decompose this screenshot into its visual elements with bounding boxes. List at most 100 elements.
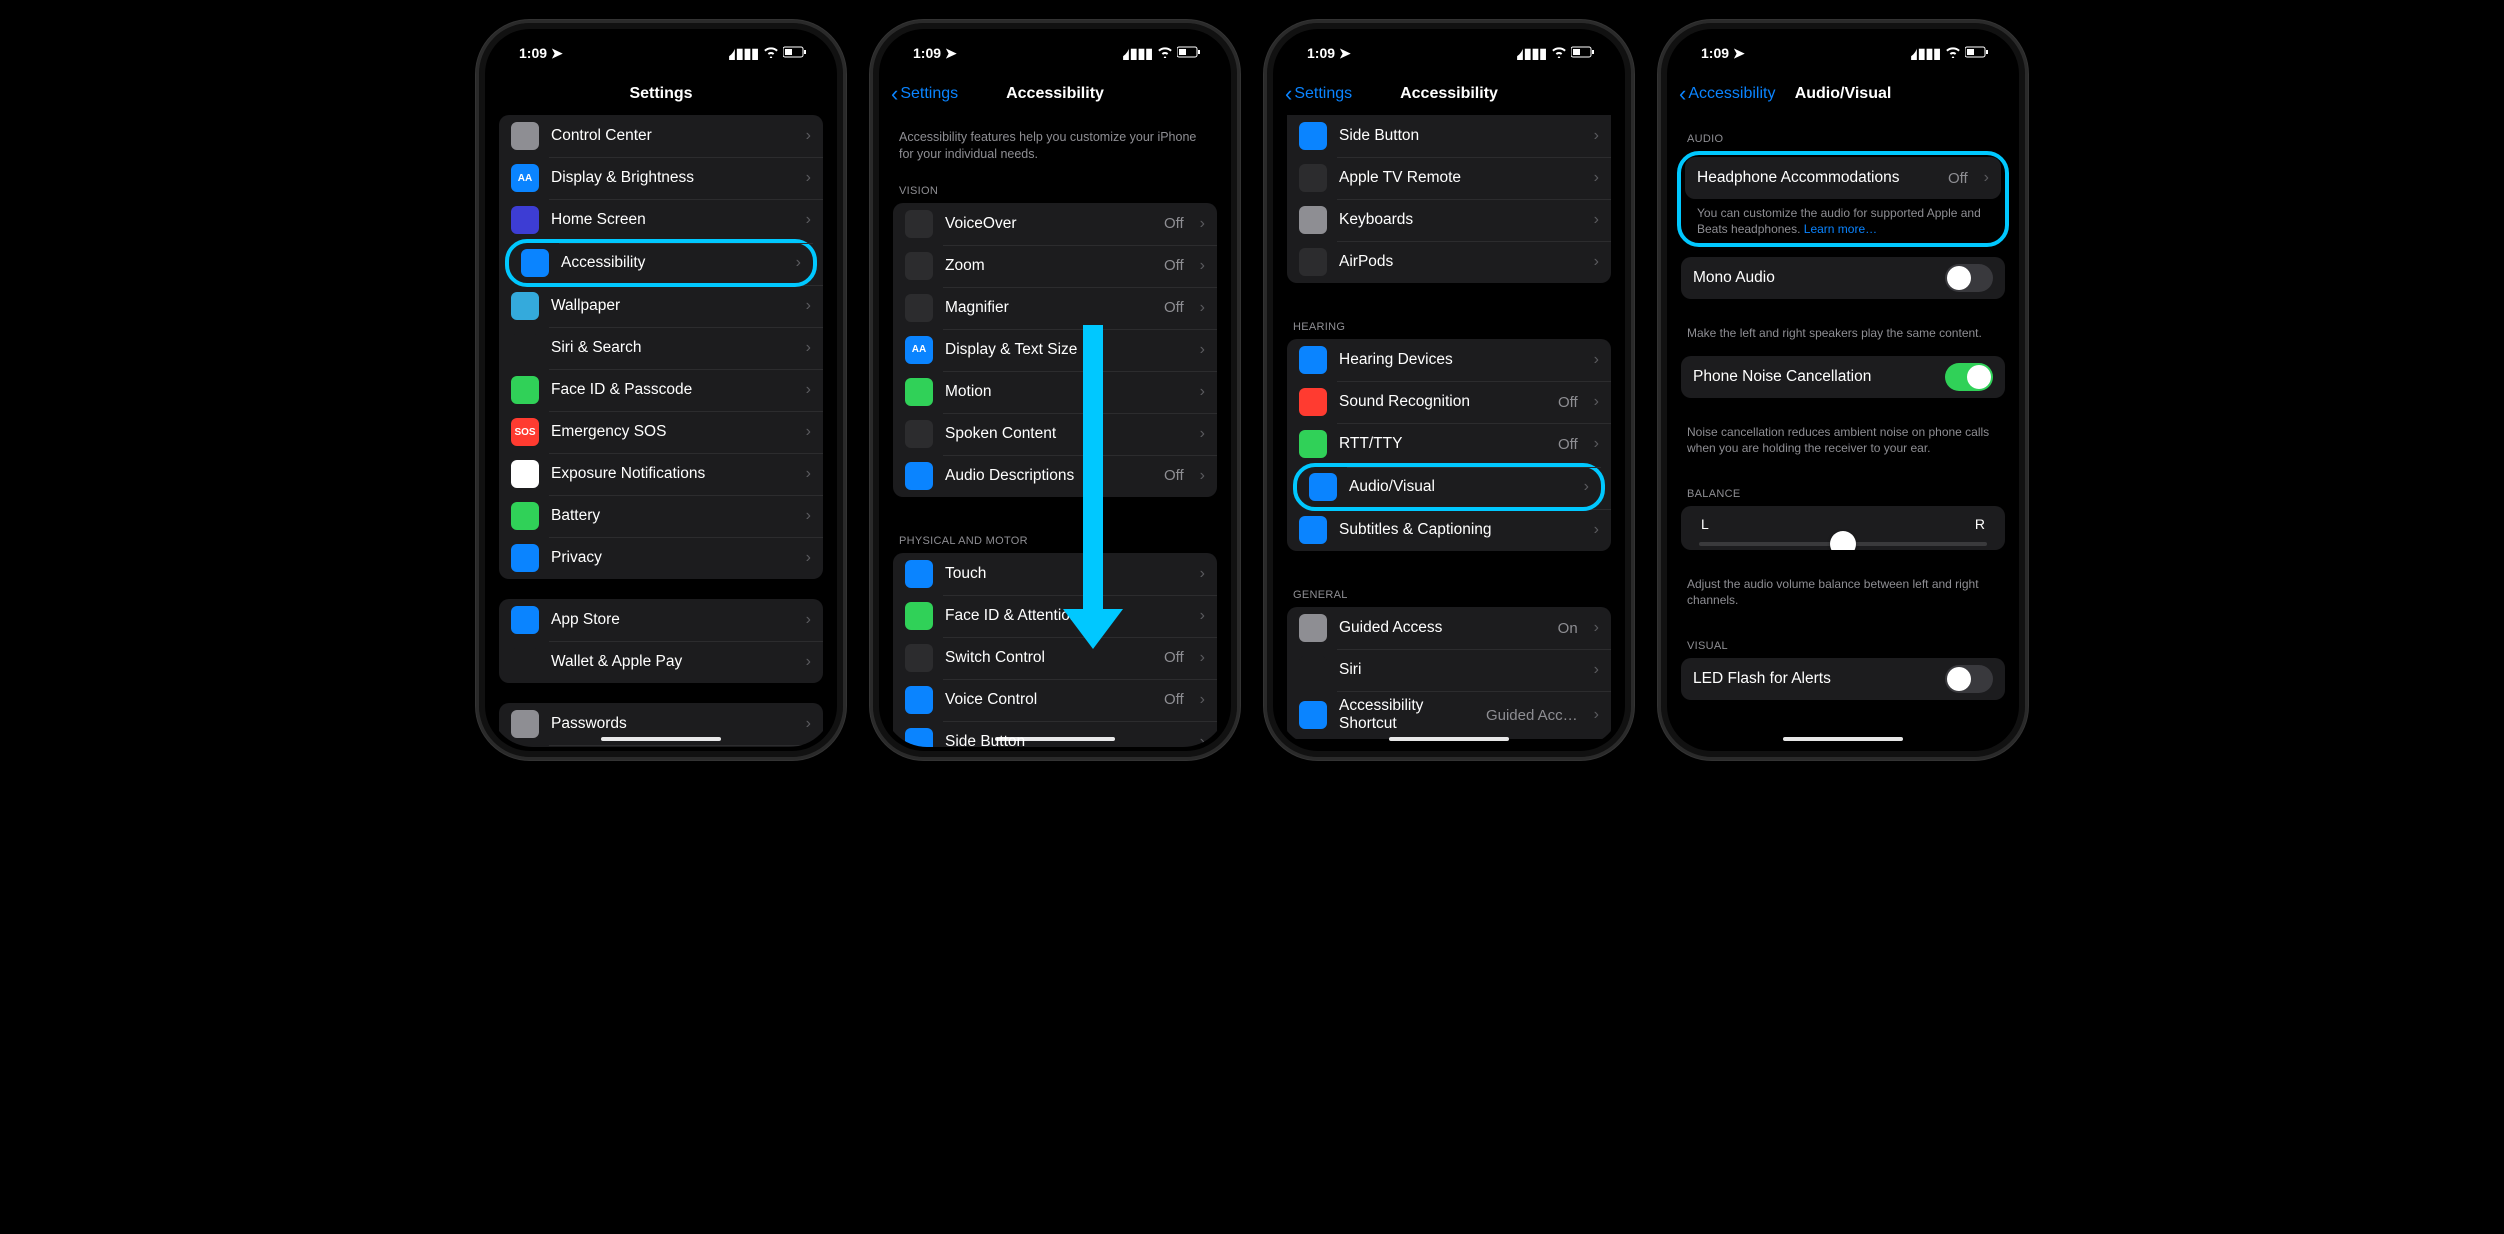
chevron-right-icon: ›: [1594, 351, 1599, 369]
row-icon: [511, 648, 539, 676]
toggle-noise-cancellation[interactable]: [1945, 363, 1993, 391]
home-indicator[interactable]: [995, 737, 1115, 741]
back-button[interactable]: ‹ Settings: [891, 83, 958, 105]
row-icon: [905, 728, 933, 747]
row-label: VoiceOver: [945, 215, 1152, 233]
list-row[interactable]: AirPods›: [1287, 241, 1611, 283]
home-indicator[interactable]: [1389, 737, 1509, 741]
row-label: Side Button: [1339, 127, 1578, 145]
row-value: Off: [1164, 467, 1184, 484]
learn-more-link[interactable]: Learn more…: [1804, 222, 1877, 236]
list-row[interactable]: Keyboards›: [1287, 199, 1611, 241]
list-row[interactable]: Siri›: [1287, 649, 1611, 691]
list-row[interactable]: Subtitles & Captioning›: [1287, 509, 1611, 551]
chevron-right-icon: ›: [1200, 257, 1205, 275]
chevron-right-icon: ›: [1594, 169, 1599, 187]
list-row[interactable]: Voice ControlOff›: [893, 679, 1217, 721]
chevron-right-icon: ›: [1984, 169, 1989, 187]
battery-icon: [1571, 45, 1595, 61]
footer-noise: Noise cancellation reduces ambient noise…: [1671, 418, 2015, 470]
settings-list[interactable]: Control Center›AADisplay & Brightness›Ho…: [489, 115, 833, 747]
list-row[interactable]: Wallet & Apple Pay›: [499, 641, 823, 683]
list-row[interactable]: AADisplay & Text Size›: [893, 329, 1217, 371]
status-time: 1:09: [1307, 45, 1335, 61]
row-label: Audio/Visual: [1349, 478, 1568, 496]
slider-thumb[interactable]: [1830, 531, 1856, 550]
row-icon: [905, 210, 933, 238]
back-button[interactable]: ‹ Accessibility: [1679, 83, 1775, 105]
toggle-led-flash[interactable]: [1945, 665, 1993, 693]
balance-right-label: R: [1975, 516, 1985, 532]
row-icon: [1299, 656, 1327, 684]
list-row[interactable]: Guided AccessOn›: [1287, 607, 1611, 649]
list-row[interactable]: Siri & Search›: [499, 327, 823, 369]
list-row[interactable]: VoiceOverOff›: [893, 203, 1217, 245]
row-icon: [511, 544, 539, 572]
row-mono-audio[interactable]: Mono Audio: [1681, 257, 2005, 299]
accessibility-list[interactable]: Accessibility features help you customiz…: [883, 115, 1227, 747]
row-icon: [511, 376, 539, 404]
accessibility-list-scrolled[interactable]: Side Button›Apple TV Remote›Keyboards›Ai…: [1277, 115, 1621, 747]
list-row[interactable]: SOSEmergency SOS›: [499, 411, 823, 453]
intro-text: Accessibility features help you customiz…: [883, 115, 1227, 167]
list-row[interactable]: Side Button›: [893, 721, 1217, 747]
row-icon: [1299, 164, 1327, 192]
list-row[interactable]: Face ID & Passcode›: [499, 369, 823, 411]
list-row[interactable]: RTT/TTYOff›: [1287, 423, 1611, 465]
audio-visual-list[interactable]: AUDIO Headphone Accommodations Off › You…: [1671, 115, 2015, 747]
list-row[interactable]: AADisplay & Brightness›: [499, 157, 823, 199]
list-row[interactable]: Spoken Content›: [893, 413, 1217, 455]
list-row[interactable]: Hearing Devices›: [1287, 339, 1611, 381]
row-label: Keyboards: [1339, 211, 1578, 229]
list-row[interactable]: Face ID & Attention›: [893, 595, 1217, 637]
row-led-flash[interactable]: LED Flash for Alerts: [1681, 658, 2005, 700]
list-row[interactable]: ZoomOff›: [893, 245, 1217, 287]
list-row[interactable]: Touch›: [893, 553, 1217, 595]
row-icon: [905, 378, 933, 406]
row-label: Apple TV Remote: [1339, 169, 1578, 187]
list-row[interactable]: Home Screen›: [499, 199, 823, 241]
chevron-right-icon: ›: [806, 297, 811, 315]
list-row[interactable]: Control Center›: [499, 115, 823, 157]
home-indicator[interactable]: [1783, 737, 1903, 741]
list-row[interactable]: Audio/Visual›: [1293, 463, 1605, 511]
row-icon: [511, 292, 539, 320]
list-row[interactable]: Battery›: [499, 495, 823, 537]
row-icon: [1299, 388, 1327, 416]
list-row[interactable]: Apple TV Remote ›: [1287, 157, 1611, 199]
row-noise-cancellation[interactable]: Phone Noise Cancellation: [1681, 356, 2005, 398]
row-label: Motion: [945, 383, 1184, 401]
list-row[interactable]: Motion›: [893, 371, 1217, 413]
list-row[interactable]: Accessibility ShortcutGuided Acc…›: [1287, 691, 1611, 739]
chevron-right-icon: ›: [806, 549, 811, 567]
row-icon: [511, 122, 539, 150]
toggle-mono-audio[interactable]: [1945, 264, 1993, 292]
list-row[interactable]: Mail›: [499, 745, 823, 747]
chevron-right-icon: ›: [806, 169, 811, 187]
list-row[interactable]: Side Button›: [1287, 115, 1611, 157]
list-row[interactable]: App Store›: [499, 599, 823, 641]
list-row[interactable]: Accessibility›: [505, 239, 817, 287]
chevron-right-icon: ›: [806, 715, 811, 733]
row-headphone-accommodations[interactable]: Headphone Accommodations Off ›: [1685, 157, 2001, 199]
row-label: Accessibility Shortcut: [1339, 697, 1474, 733]
back-button[interactable]: ‹ Settings: [1285, 83, 1352, 105]
list-row[interactable]: Audio DescriptionsOff›: [893, 455, 1217, 497]
list-row[interactable]: MagnifierOff›: [893, 287, 1217, 329]
list-row[interactable]: Privacy›: [499, 537, 823, 579]
chevron-right-icon: ›: [806, 507, 811, 525]
row-label: AirPods: [1339, 253, 1578, 271]
list-row[interactable]: Sound RecognitionOff›: [1287, 381, 1611, 423]
chevron-right-icon: ›: [1200, 565, 1205, 583]
list-row[interactable]: Switch ControlOff›: [893, 637, 1217, 679]
list-row[interactable]: Wallpaper›: [499, 285, 823, 327]
balance-slider[interactable]: [1699, 542, 1987, 546]
back-label: Accessibility: [1688, 85, 1775, 103]
label: LED Flash for Alerts: [1693, 670, 1933, 688]
row-icon: [511, 606, 539, 634]
list-row[interactable]: Exposure Notifications›: [499, 453, 823, 495]
row-icon: [1299, 516, 1327, 544]
footer-mono: Make the left and right speakers play th…: [1671, 319, 2015, 355]
home-indicator[interactable]: [601, 737, 721, 741]
row-icon: [905, 252, 933, 280]
